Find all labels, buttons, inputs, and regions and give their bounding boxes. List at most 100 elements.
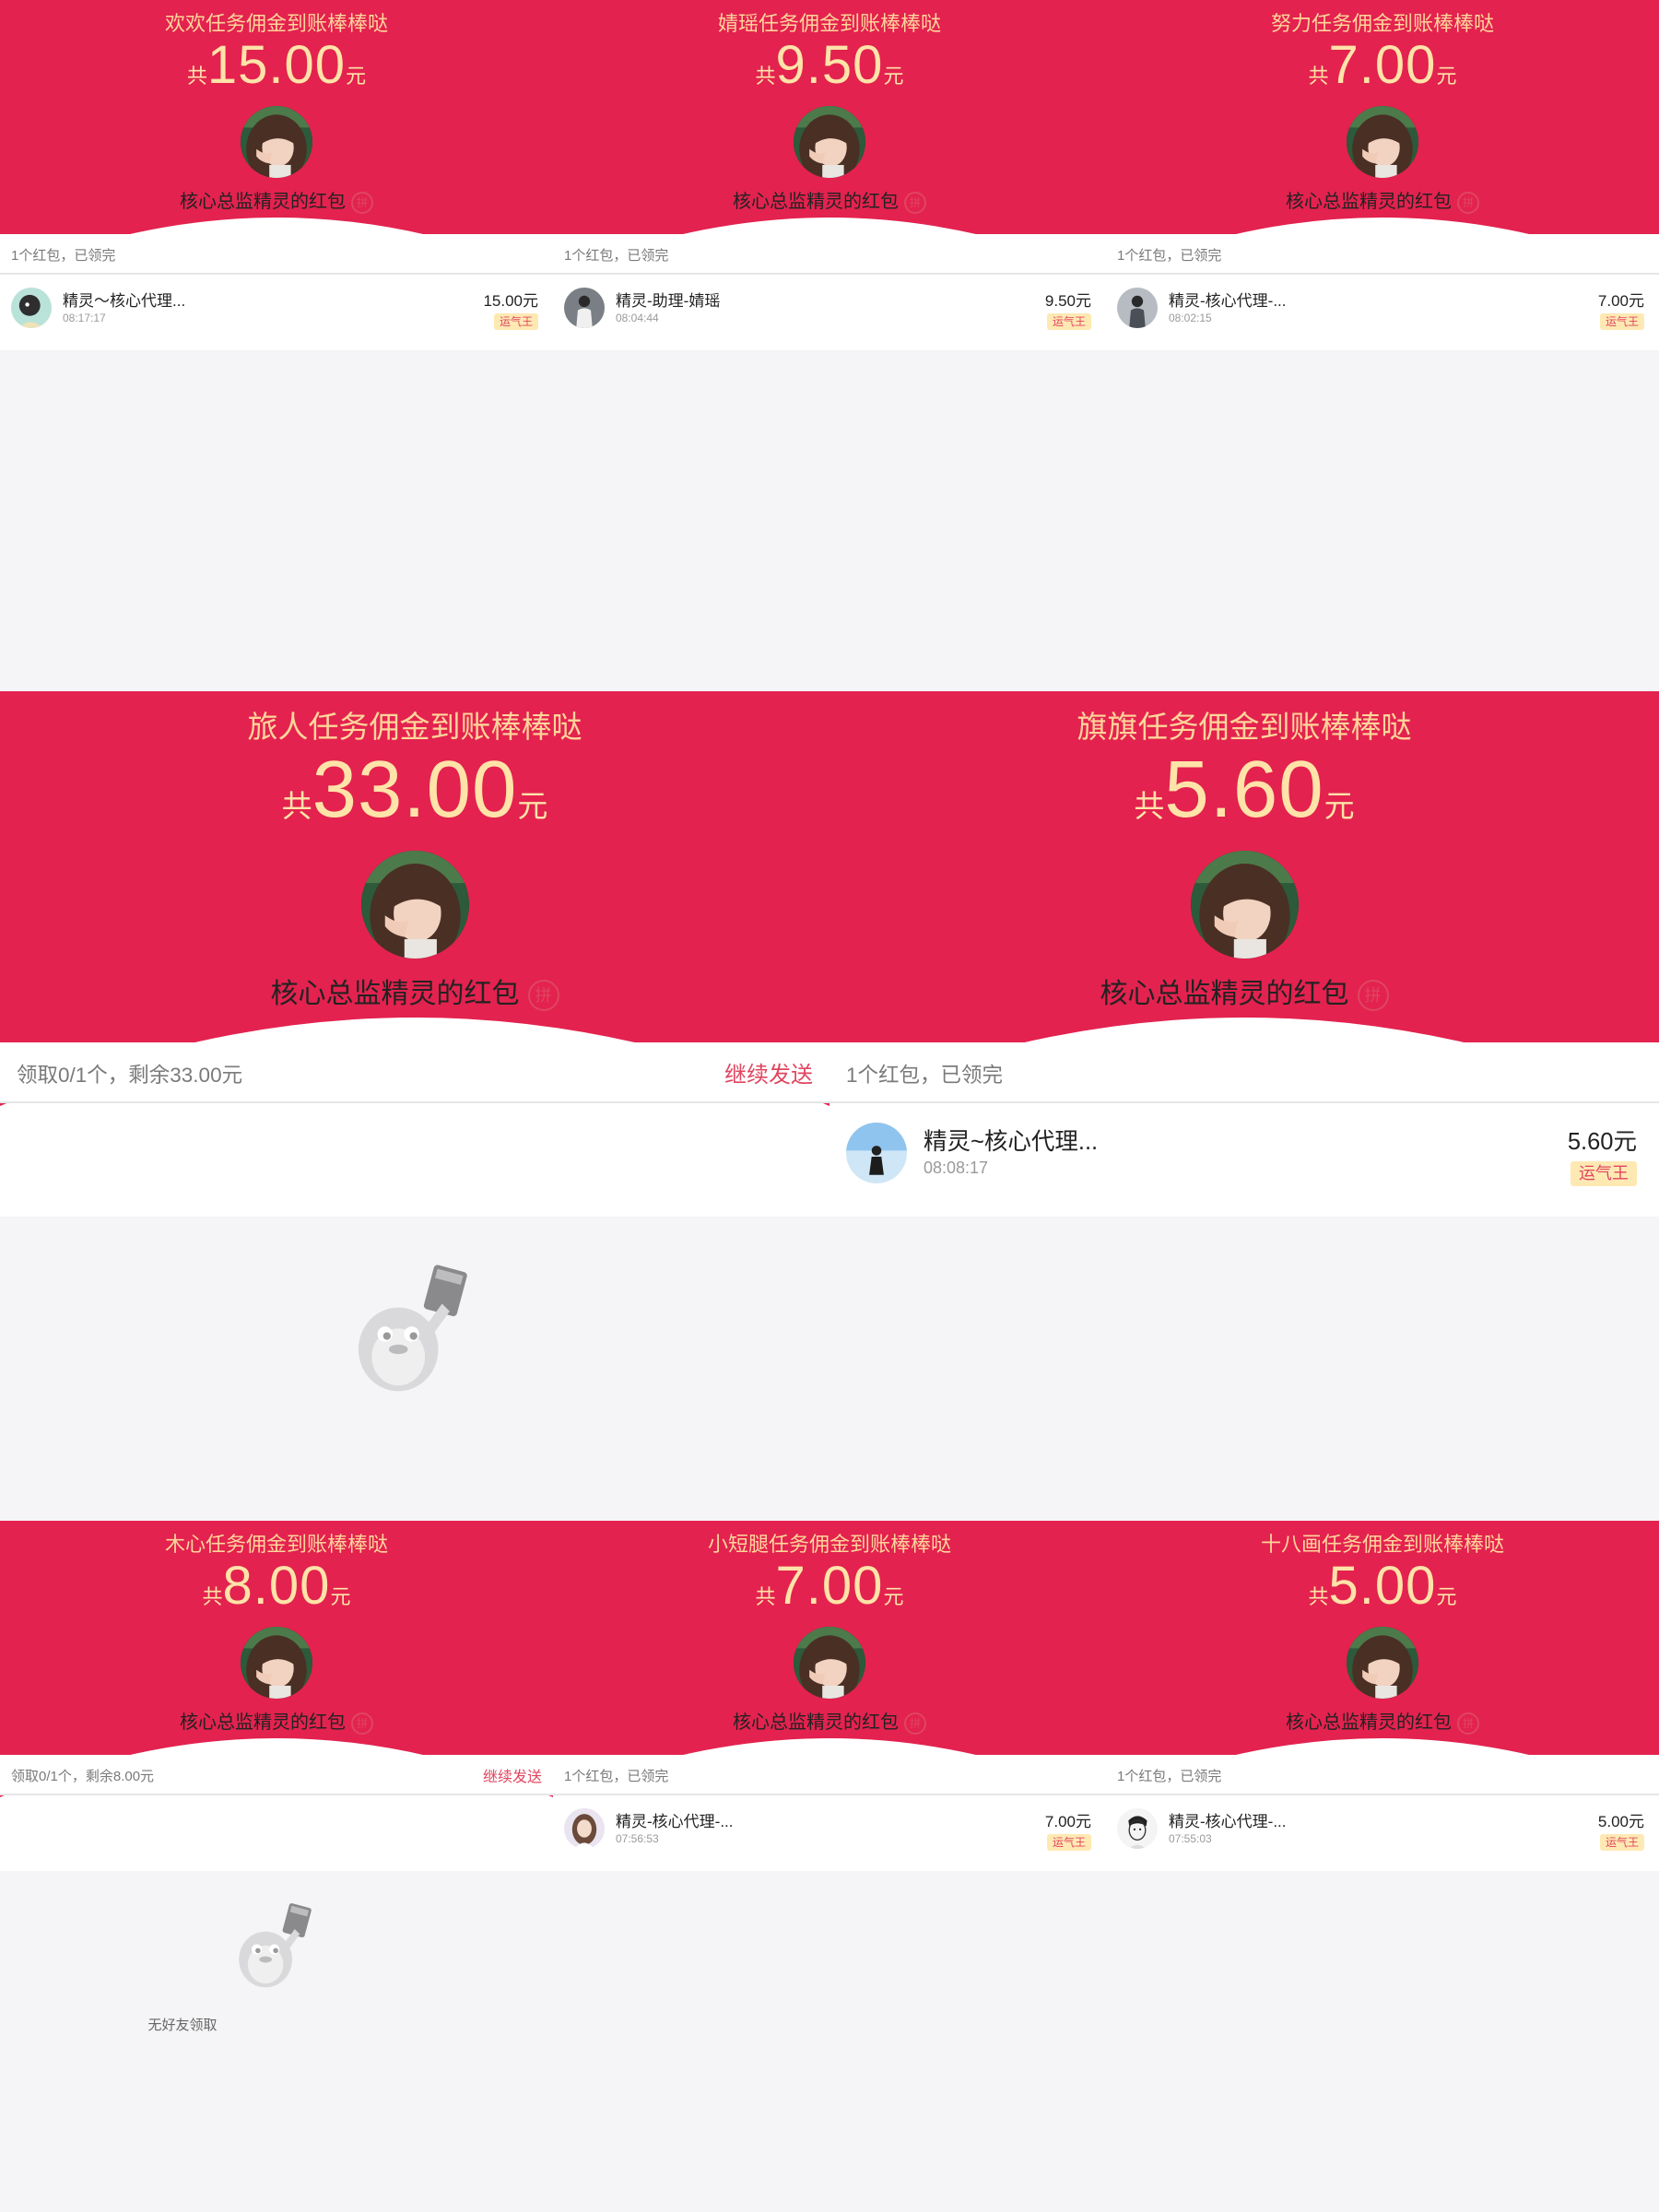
claim-amount: 7.00元 [1044, 1813, 1091, 1830]
claim-amount: 5.60元 [1567, 1129, 1637, 1155]
amount-prefix: 共 [755, 65, 776, 88]
amount-suffix: 元 [346, 65, 367, 88]
total-amount: 共7.00元 [1106, 28, 1659, 114]
lucky-king-badge: 运气王 [1046, 313, 1091, 330]
amount-prefix: 共 [755, 1585, 776, 1608]
claim-time: 08:17:17 [63, 312, 106, 324]
status-row: 1个红包，已领完 [830, 1042, 1659, 1103]
amount-value: 9.50 [775, 35, 884, 95]
sender-avatar [360, 850, 469, 959]
pin-badge: 拼 [1457, 191, 1479, 214]
amount-value: 5.60 [1164, 745, 1324, 834]
claim-amount: 5.00元 [1597, 1813, 1644, 1830]
sender-row: 核心总监精灵的红包拼 [830, 973, 1659, 1015]
amount-value: 15.00 [206, 35, 347, 95]
status-text: 1个红包，已领完 [846, 1064, 1004, 1087]
amount-value: 7.00 [1328, 35, 1437, 95]
status-row: 1个红包，已领完 [553, 1755, 1106, 1795]
total-amount: 共7.00元 [553, 1548, 1106, 1635]
sender-row: 核心总监精灵的红包拼 [553, 1709, 1106, 1736]
cartoon-avatar-icon [11, 288, 52, 328]
status-row: 领取0/1个，剩余33.00元 继续发送 [0, 1042, 830, 1103]
pin-badge: 拼 [351, 1712, 373, 1735]
status-text: 1个红包，已领完 [11, 248, 116, 264]
amount-prefix: 共 [1134, 789, 1165, 823]
red-packet-panel: 婧瑶任务佣金到账棒棒哒 共9.50元 核心总监精灵的红包拼 1个红包，已领完 精灵-助理… [553, 0, 1106, 691]
pin-badge: 拼 [904, 191, 926, 214]
resend-button[interactable]: 继续发送 [724, 1056, 813, 1088]
total-amount: 共5.00元 [1106, 1548, 1659, 1635]
amount-suffix: 元 [883, 65, 904, 88]
status-row: 领取0/1个，剩余8.00元 继续发送 [0, 1755, 553, 1795]
status-text: 1个红包，已领完 [564, 248, 669, 264]
claim-record[interactable]: 精灵-核心代理-... 08:02:15 7.00元 运气王 [1106, 275, 1659, 341]
sender-avatar [1347, 1627, 1418, 1699]
pin-badge: 拼 [904, 1712, 926, 1735]
claim-record[interactable]: 精灵-核心代理-... 07:55:03 5.00元运气王 [1106, 1795, 1659, 1862]
total-amount: 共33.00元 [0, 733, 830, 863]
sender-avatar [1347, 106, 1418, 178]
sender-row: 核心总监精灵的红包拼 [1106, 1709, 1659, 1736]
claim-time: 07:55:03 [1169, 1832, 1212, 1845]
sender-name: 核心总监精灵的红包 [180, 1712, 346, 1733]
sender-name: 核心总监精灵的红包 [1286, 192, 1452, 212]
no-friends-icon [332, 1258, 484, 1410]
status-row: 1个红包，已领完 [1106, 234, 1659, 275]
resend-button[interactable]: 继续发送 [483, 1764, 542, 1786]
pin-badge: 拼 [351, 191, 373, 214]
amount-suffix: 元 [1324, 789, 1355, 823]
lucky-king-badge: 运气王 [1046, 1834, 1091, 1851]
claimer-name: 精灵-核心代理-... [616, 1813, 734, 1830]
claim-record[interactable]: 精灵-助理-婧瑶 08:04:44 9.50元 运气王 [553, 275, 1106, 341]
red-packet-panel: 旅人任务佣金到账棒棒哒 共33.00元 核心总监精灵的红包拼领取0/1个，剩余33.… [0, 691, 830, 1521]
amount-prefix: 共 [1308, 1585, 1329, 1608]
no-friends-text: 无好友领取 [147, 2018, 218, 2033]
sender-name: 核心总监精灵的红包 [1100, 979, 1349, 1009]
sender-name: 核心总监精灵的红包 [733, 192, 899, 212]
amount-prefix: 共 [186, 65, 207, 88]
sender-avatar [794, 1627, 865, 1699]
status-row: 1个红包，已领完 [0, 234, 553, 275]
pin-badge: 拼 [1357, 980, 1389, 1012]
amount-value: 7.00 [775, 1556, 884, 1616]
status-row: 1个红包，已领完 [1106, 1755, 1659, 1795]
lucky-king-badge: 运气王 [493, 313, 538, 330]
sender-name: 核心总监精灵的红包 [1286, 1712, 1452, 1733]
red-packet-panel: 木心任务佣金到账棒棒哒 共8.00元 核心总监精灵的红包拼领取0/1个，剩余8.00… [0, 1521, 553, 2212]
sender-avatar [794, 106, 865, 178]
sender-avatar [1190, 850, 1299, 959]
lucky-king-badge: 运气王 [1599, 313, 1644, 330]
status-text: 1个红包，已领完 [564, 1769, 669, 1784]
girl-avatar-icon [564, 1808, 605, 1849]
claim-amount: 7.00元 [1597, 292, 1644, 310]
claimer-name: 精灵-核心代理-... [1169, 1813, 1287, 1830]
red-packet-panel: 旗旗任务佣金到账棒棒哒 共5.60元 核心总监精灵的红包拼 1个红包，已领完 精灵~核心… [830, 691, 1659, 1521]
sender-name: 核心总监精灵的红包 [180, 192, 346, 212]
claim-record[interactable]: 精灵～核心代理... 08:17:17 15.00元 运气王 [0, 275, 553, 341]
claimer-name: 精灵-助理-婧瑶 [616, 292, 721, 310]
sketch-avatar-icon [1117, 1808, 1158, 1849]
lucky-king-badge: 运气王 [1599, 1834, 1644, 1851]
claim-record[interactable]: 精灵-核心代理-... 07:56:53 7.00元运气王 [553, 1795, 1106, 1862]
sender-row: 核心总监精灵的红包拼 [0, 973, 830, 1015]
amount-prefix: 共 [281, 789, 312, 823]
sender-name: 核心总监精灵的红包 [733, 1712, 899, 1733]
sender-row: 核心总监精灵的红包拼 [0, 188, 553, 216]
red-packet-panel: 小短腿任务佣金到账棒棒哒 共7.00元 核心总监精灵的红包拼 1个红包，已领完 精灵-核… [553, 1521, 1106, 2212]
sender-avatar [241, 1627, 312, 1699]
claim-time: 07:56:53 [616, 1832, 659, 1845]
sender-avatar [241, 106, 312, 178]
claim-record[interactable]: 精灵~核心代理... 08:08:17 5.60元 运气王 [830, 1103, 1659, 1203]
claimer-name: 精灵~核心代理... [924, 1129, 1099, 1155]
person-avatar-icon [846, 1123, 907, 1183]
amount-value: 8.00 [222, 1556, 331, 1616]
red-packet-panel: 欢欢任务佣金到账棒棒哒 共15.00元 核心总监精灵的红包拼 1个红包，已领完 精灵～核… [0, 0, 553, 691]
sender-row: 核心总监精灵的红包拼 [0, 1709, 553, 1736]
claim-amount: 15.00元 [483, 292, 538, 310]
status-text: 1个红包，已领完 [1117, 1769, 1222, 1784]
status-text: 1个红包，已领完 [1117, 248, 1222, 264]
amount-value: 5.00 [1328, 1556, 1437, 1616]
amount-suffix: 元 [883, 1585, 904, 1608]
claim-time: 08:08:17 [924, 1159, 989, 1177]
red-packet-panel: 努力任务佣金到账棒棒哒 共7.00元 核心总监精灵的红包拼 1个红包，已领完 精灵-核心… [1106, 0, 1659, 691]
